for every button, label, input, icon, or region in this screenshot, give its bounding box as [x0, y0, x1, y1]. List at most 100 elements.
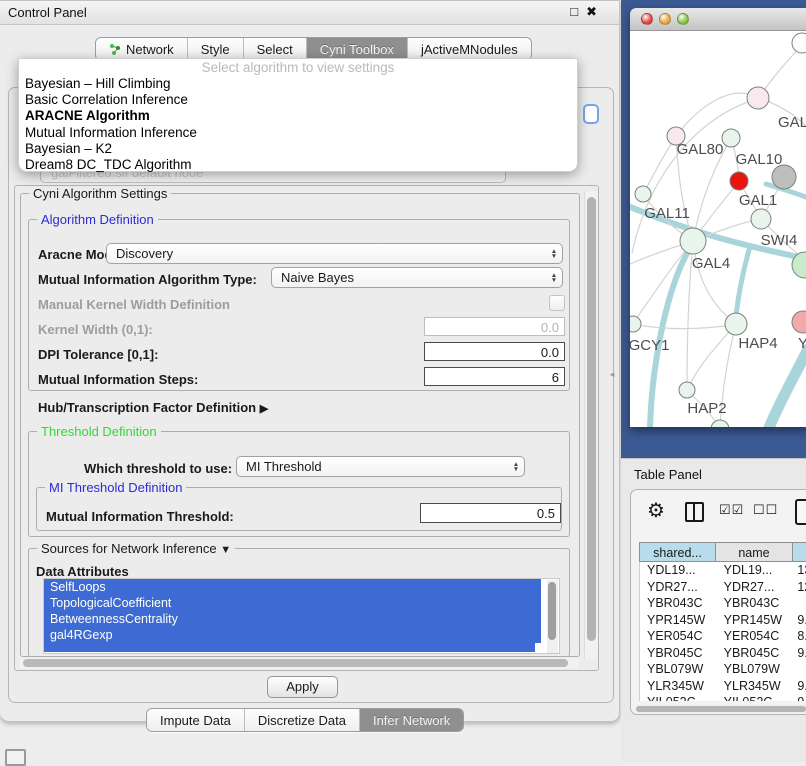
attribute-list-item[interactable]: TopologicalCoefficient	[44, 595, 541, 611]
network-edge[interactable]	[736, 250, 749, 315]
attribute-list-item[interactable]: SelfLoops	[44, 579, 541, 595]
dpi-tolerance-label: DPI Tolerance [0,1]:	[38, 347, 158, 362]
dpi-tolerance-field[interactable]: 0.0	[424, 342, 565, 361]
table-row[interactable]: YER054CYER054C8.	[640, 628, 806, 645]
settings-horizontal-scrollbar[interactable]	[20, 658, 578, 669]
network-node[interactable]	[725, 313, 747, 335]
gear-icon[interactable]: ⚙	[647, 498, 665, 523]
table-row[interactable]: YDL19...YDL19...13	[640, 562, 806, 579]
tab-style[interactable]: Style	[187, 38, 243, 60]
tab-select[interactable]: Select	[243, 38, 306, 60]
network-node[interactable]	[747, 87, 769, 109]
network-node[interactable]	[630, 316, 641, 332]
table-cell: 13	[793, 562, 806, 579]
table-row[interactable]: YBL079WYBL079W	[640, 661, 806, 678]
tab-jactivemnodules[interactable]: jActiveMNodules	[407, 38, 531, 60]
minimize-traffic-light-icon[interactable]	[659, 13, 671, 25]
list-vertical-scrollbar[interactable]	[547, 580, 558, 653]
new-table-icon[interactable]	[795, 499, 806, 525]
network-node[interactable]	[792, 33, 806, 53]
dropdown-option[interactable]: Bayesian – K2	[19, 141, 577, 157]
tab-discretize-data[interactable]: Discretize Data	[244, 709, 359, 731]
dropdown-option[interactable]: ARACNE Algorithm	[19, 108, 577, 124]
expanded-arrow-icon[interactable]: ▼	[220, 544, 231, 556]
algorithm-dropdown-popup: Select algorithm to view settings Bayesi…	[18, 58, 578, 172]
column-header[interactable]: name	[716, 542, 793, 562]
close-panel-icon[interactable]: ✖	[586, 4, 605, 19]
kernel-width-field[interactable]: 0.0	[424, 317, 565, 336]
table-cell: YDR27...	[640, 579, 717, 596]
dropdown-option[interactable]: Basic Correlation Inference	[19, 92, 577, 108]
float-panel-icon[interactable]: □	[570, 4, 586, 19]
node-table: shared...name YDL19...YDL19...13YDR27...…	[639, 542, 806, 701]
table-cell	[793, 661, 806, 678]
network-node[interactable]	[751, 209, 771, 229]
attribute-list-item[interactable]	[44, 643, 535, 652]
table-row[interactable]: YDR27...YDR27...12	[640, 579, 806, 596]
mi-threshold-field[interactable]: 0.5	[420, 503, 561, 523]
network-node[interactable]	[679, 382, 695, 398]
network-node[interactable]	[711, 420, 729, 427]
network-edge[interactable]	[676, 93, 758, 136]
minimized-panel-icon[interactable]	[5, 749, 26, 766]
dropdown-option[interactable]: Mutual Information Inference	[19, 125, 577, 141]
attribute-list-item[interactable]: gal4RGexp	[44, 627, 541, 643]
network-edge[interactable]	[769, 349, 806, 427]
tab-network[interactable]: Network	[96, 38, 187, 60]
network-node[interactable]	[792, 311, 806, 333]
network-node[interactable]	[772, 165, 796, 189]
attribute-list-item[interactable]: BetweennessCentrality	[44, 611, 541, 627]
network-node[interactable]	[722, 129, 740, 147]
close-traffic-light-icon[interactable]	[641, 13, 653, 25]
apply-button[interactable]: Apply	[267, 676, 338, 698]
tab-label: Network	[126, 42, 174, 57]
collapsed-arrow-icon[interactable]: ▶	[260, 403, 268, 415]
network-canvas[interactable]: GAL80GAL10GALGAL11GAL1SWI4GAL4GCY1HAP4YH…	[630, 31, 806, 427]
checked-boxes-icon[interactable]: ☑☑	[719, 502, 744, 518]
hub-definition-toggle[interactable]: Hub/Transcription Factor Definition ▶	[38, 400, 268, 415]
mi-steps-field[interactable]: 6	[424, 367, 565, 386]
zoom-traffic-light-icon[interactable]	[677, 13, 689, 25]
tab-impute-data[interactable]: Impute Data	[147, 709, 244, 731]
scrollbar-thumb[interactable]	[636, 706, 806, 712]
data-attributes-list[interactable]: SelfLoopsTopologicalCoefficientBetweenne…	[43, 578, 560, 654]
table-row[interactable]: YBR045CYBR045C9.	[640, 645, 806, 662]
tab-infer-network[interactable]: Infer Network	[359, 709, 463, 731]
network-edge[interactable]	[643, 138, 675, 195]
scrollbar-thumb[interactable]	[548, 582, 556, 640]
network-edge[interactable]	[693, 242, 734, 322]
table-horizontal-scrollbar[interactable]	[635, 705, 806, 713]
table-cell: YER054C	[717, 628, 794, 645]
table-row[interactable]: YIL052CYIL052C9.	[640, 694, 806, 701]
dropdown-option[interactable]: Bayesian – Hill Climbing	[19, 76, 577, 92]
table-row[interactable]: YPR145WYPR145W9.	[640, 612, 806, 629]
scrollbar-thumb[interactable]	[23, 659, 568, 667]
columns-icon[interactable]	[685, 502, 704, 522]
tab-cyni-toolbox[interactable]: Cyni Toolbox	[306, 38, 407, 60]
mi-type-label: Mutual Information Algorithm Type:	[38, 272, 257, 287]
manual-kernel-checkbox[interactable]	[549, 295, 565, 311]
mi-type-combobox[interactable]: Naive Bayes ▲▼	[271, 267, 563, 288]
table-row[interactable]: YLR345WYLR345W9.	[640, 678, 806, 695]
splitter-arrow-icon[interactable]: ◄	[608, 370, 616, 379]
which-threshold-combobox[interactable]: MI Threshold ▲▼	[236, 456, 525, 477]
aracne-mode-combobox[interactable]: Discovery ▲▼	[106, 243, 563, 264]
focused-combo-edge[interactable]	[583, 104, 599, 124]
network-window-titlebar[interactable]	[630, 8, 806, 31]
mi-threshold-label: Mutual Information Threshold:	[46, 509, 234, 524]
sources-title[interactable]: Sources for Network Inference ▼	[37, 541, 235, 556]
table-cell: 9.	[793, 612, 806, 629]
settings-vertical-scrollbar[interactable]	[584, 191, 598, 659]
table-cell: YIL052C	[640, 694, 717, 701]
dropdown-option[interactable]: Dream8 DC_TDC Algorithm	[19, 157, 577, 173]
network-node[interactable]	[635, 186, 651, 202]
column-header[interactable]	[793, 542, 806, 562]
unchecked-boxes-icon[interactable]: ☐☐	[753, 502, 778, 518]
scrollbar-thumb[interactable]	[587, 197, 596, 641]
column-header[interactable]: shared...	[639, 542, 716, 562]
table-row[interactable]: YBR043CYBR043C	[640, 595, 806, 612]
network-edge[interactable]	[633, 324, 734, 329]
network-node[interactable]	[680, 228, 706, 254]
network-node[interactable]	[730, 172, 748, 190]
mi-threshold-group-title: MI Threshold Definition	[45, 480, 186, 495]
